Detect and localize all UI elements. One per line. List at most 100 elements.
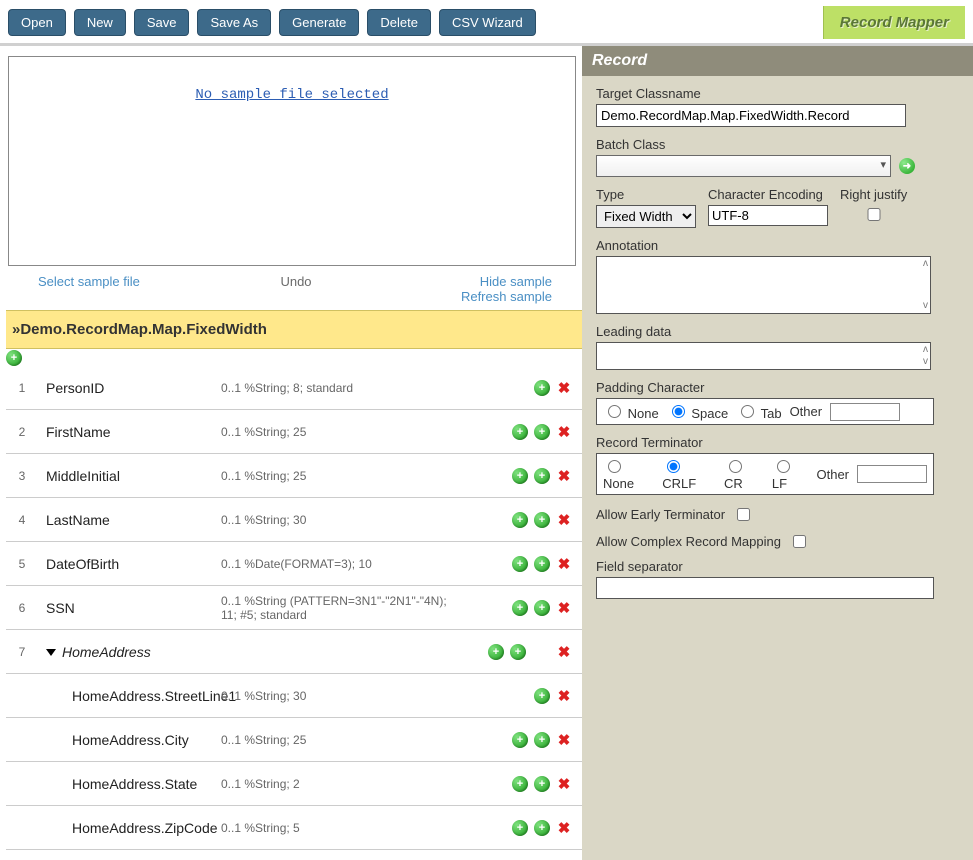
add-field-icon[interactable]: +	[534, 732, 550, 748]
group-add-icon[interactable]: +	[6, 350, 22, 366]
terminator-other-input[interactable]	[857, 465, 927, 483]
padding-none-option[interactable]: None	[603, 402, 659, 421]
field-row[interactable]: 4LastName0..1 %String; 30++✖	[6, 498, 582, 542]
delete-field-icon[interactable]: ✖	[556, 380, 572, 396]
field-actions: + + ✖	[456, 424, 578, 440]
terminator-lf-option[interactable]: LF	[772, 457, 809, 491]
annotation-textarea[interactable]: ʌ v	[596, 256, 931, 314]
batch-class-label: Batch Class	[596, 137, 959, 152]
delete-field-icon[interactable]: ✖	[556, 820, 572, 836]
sample-file-area: No sample file selected	[8, 56, 576, 266]
terminator-none-option[interactable]: None	[603, 457, 654, 491]
delete-field-icon[interactable]: ✖	[556, 468, 572, 484]
add-field-icon[interactable]: +	[534, 820, 550, 836]
add-field-icon[interactable]: +	[512, 556, 528, 572]
padding-tab-option[interactable]: Tab	[736, 402, 781, 421]
add-field-icon[interactable]: +	[534, 468, 550, 484]
add-field-icon[interactable]: +	[512, 424, 528, 440]
field-name: HomeAddress	[36, 644, 221, 660]
no-sample-link[interactable]: No sample file selected	[9, 87, 575, 103]
field-name: HomeAddress.State	[36, 776, 221, 792]
add-field-icon[interactable]: +	[534, 512, 550, 528]
field-row[interactable]: HomeAddress.ZipCode0..1 %String; 5++✖	[6, 806, 582, 850]
save-as-button[interactable]: Save As	[197, 9, 271, 36]
delete-button[interactable]: Delete	[367, 9, 431, 36]
add-field-icon[interactable]: +	[534, 556, 550, 572]
field-row[interactable]: 3MiddleInitial0..1 %String; 25++✖	[6, 454, 582, 498]
field-actions: + + ✖	[456, 556, 578, 572]
leading-scroll-down-icon[interactable]: v	[923, 357, 928, 367]
field-row[interactable]: 2FirstName0..1 %String; 25++✖	[6, 410, 582, 454]
field-row[interactable]: 6SSN0..1 %String (PATTERN=3N1"-"2N1"-"4N…	[6, 586, 582, 630]
add-field-icon[interactable]: +	[534, 380, 550, 396]
delete-field-icon[interactable]: ✖	[556, 776, 572, 792]
field-index: 1	[8, 381, 36, 395]
target-classname-input[interactable]	[596, 104, 906, 127]
field-info: 0..1 %String; 25	[221, 469, 456, 483]
open-button[interactable]: Open	[8, 9, 66, 36]
add-field-icon[interactable]: +	[512, 512, 528, 528]
refresh-sample-link[interactable]: Refresh sample	[461, 289, 552, 304]
field-info: 0..1 %String; 2	[221, 777, 456, 791]
add-field-icon[interactable]: +	[534, 600, 550, 616]
delete-field-icon[interactable]: ✖	[556, 424, 572, 440]
terminator-other-label: Other	[816, 467, 849, 482]
csv-wizard-button[interactable]: CSV Wizard	[439, 9, 536, 36]
batch-class-dropdown[interactable]	[596, 155, 891, 177]
field-row[interactable]: HomeAddress.StreetLine10..1 %String; 30+…	[6, 674, 582, 718]
delete-field-icon[interactable]: ✖	[556, 556, 572, 572]
field-actions: +✖	[456, 380, 578, 396]
allow-early-terminator-label: Allow Early Terminator	[596, 507, 725, 522]
add-field-icon[interactable]: +	[488, 644, 504, 660]
add-field-icon[interactable]: +	[534, 424, 550, 440]
expand-triangle-icon[interactable]	[46, 649, 56, 656]
terminator-cr-option[interactable]: CR	[724, 457, 764, 491]
allow-early-terminator-checkbox[interactable]	[737, 508, 750, 521]
type-select[interactable]: Fixed Width	[596, 205, 696, 228]
add-field-icon[interactable]: +	[534, 776, 550, 792]
field-row[interactable]: 5DateOfBirth0..1 %Date(FORMAT=3); 10++✖	[6, 542, 582, 586]
recordmap-group-header[interactable]: » Demo.RecordMap.Map.FixedWidth	[6, 310, 582, 349]
hide-sample-link[interactable]: Hide sample	[480, 274, 552, 289]
scroll-down-icon[interactable]: v	[923, 301, 928, 311]
add-field-icon[interactable]: +	[512, 732, 528, 748]
field-name: HomeAddress.StreetLine1	[36, 688, 221, 704]
leading-scroll-up-icon[interactable]: ʌ	[923, 345, 928, 355]
field-info: 0..1 %String (PATTERN=3N1"-"2N1"-"4N); 1…	[221, 594, 456, 622]
field-row[interactable]: HomeAddress.State0..1 %String; 2 + + ✖	[6, 762, 582, 806]
add-field-icon[interactable]: +	[512, 820, 528, 836]
padding-space-option[interactable]: Space	[667, 402, 729, 421]
delete-field-icon[interactable]: ✖	[556, 732, 572, 748]
batch-class-go-icon[interactable]: ➜	[899, 158, 915, 174]
field-separator-input[interactable]	[596, 577, 934, 599]
padding-other-input[interactable]	[830, 403, 900, 421]
scroll-up-icon[interactable]: ʌ	[923, 259, 928, 269]
delete-field-icon[interactable]: ✖	[556, 644, 572, 660]
field-info: 0..1 %String; 5	[221, 821, 456, 835]
encoding-input[interactable]	[708, 205, 828, 226]
delete-field-icon[interactable]: ✖	[556, 688, 572, 704]
generate-button[interactable]: Generate	[279, 9, 359, 36]
field-name: HomeAddress.City	[36, 732, 221, 748]
add-field-icon[interactable]: +	[534, 688, 550, 704]
select-sample-link[interactable]: Select sample file	[38, 274, 140, 289]
delete-field-icon[interactable]: ✖	[556, 512, 572, 528]
undo-link[interactable]: Undo	[280, 274, 311, 289]
terminator-crlf-option[interactable]: CRLF	[662, 457, 716, 491]
allow-complex-mapping-checkbox[interactable]	[793, 535, 806, 548]
new-button[interactable]: New	[74, 9, 126, 36]
field-name: DateOfBirth	[36, 556, 221, 572]
field-row[interactable]: 1PersonID0..1 %String; 8; standard+✖	[6, 366, 582, 410]
right-justify-checkbox[interactable]	[844, 208, 904, 221]
field-row[interactable]: HomeAddress.City0..1 %String; 25++✖	[6, 718, 582, 762]
delete-field-icon[interactable]: ✖	[556, 600, 572, 616]
padding-other-label: Other	[790, 404, 823, 419]
add-field-icon[interactable]: +	[512, 600, 528, 616]
field-row[interactable]: 7HomeAddress++✖	[6, 630, 582, 674]
field-actions: + + ✖	[456, 644, 578, 660]
save-button[interactable]: Save	[134, 9, 190, 36]
leading-data-input[interactable]: ʌ v	[596, 342, 931, 370]
add-field-icon[interactable]: +	[512, 468, 528, 484]
add-field-icon[interactable]: +	[510, 644, 526, 660]
add-field-icon[interactable]: +	[512, 776, 528, 792]
